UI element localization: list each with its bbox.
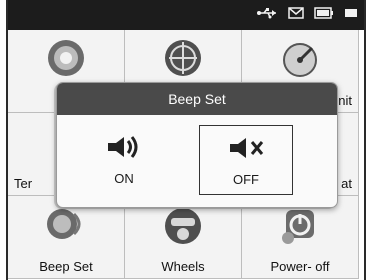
beep-set-dialog: Beep Set ON OFF [56, 82, 338, 208]
gauge-icon [279, 38, 321, 83]
menu-label: Beep Set [39, 259, 93, 274]
status-bar [8, 0, 364, 30]
device-screen: M Unit Ter [6, 0, 366, 280]
battery-icon [314, 6, 334, 24]
beep-off-option[interactable]: OFF [199, 125, 293, 195]
power-icon [278, 204, 322, 253]
beep-on-label: ON [114, 171, 134, 186]
speaker-icon [44, 204, 88, 253]
speaker-on-icon [102, 131, 146, 168]
beep-off-label: OFF [233, 172, 259, 187]
menu-label: Wheels [161, 259, 205, 274]
beep-on-option[interactable]: ON [77, 125, 171, 195]
car-wheel-icon [161, 204, 205, 253]
menu-label: Power- off [270, 259, 330, 274]
status-edge-icon [344, 6, 358, 24]
world-icon [163, 38, 203, 83]
mail-icon [288, 6, 304, 24]
speaker-mute-icon [224, 132, 268, 169]
usb-icon [256, 6, 278, 25]
dialog-title: Beep Set [57, 83, 337, 115]
globe-icon [46, 38, 86, 83]
